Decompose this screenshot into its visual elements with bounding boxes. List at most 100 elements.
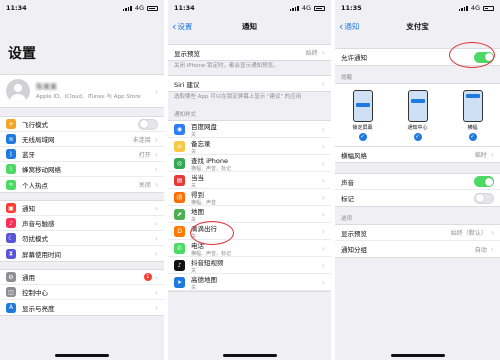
settings-row-notifications[interactable]: ▣ 通知 ›	[0, 201, 164, 216]
update-badge: 1	[143, 273, 152, 281]
app-row[interactable]: ⬈ 地图关 ›	[168, 206, 331, 224]
notes-icon: ≡	[174, 140, 185, 152]
preview-group: 显示预览 始终 ›	[168, 44, 331, 61]
wifi-icon: ≋	[6, 134, 16, 144]
control-center-icon: ◫	[6, 287, 16, 297]
banner-style-group: 横幅风格 临时 ›	[335, 147, 500, 163]
sounds-toggle[interactable]	[474, 176, 494, 187]
app-row[interactable]: 得得到 横幅、声音 ›	[168, 189, 331, 207]
badges-toggle[interactable]	[474, 192, 494, 204]
settings-row-cellular[interactable]: ⌇ 蜂窝移动网络 ›	[0, 162, 164, 177]
app-text: 得到 横幅、声音	[191, 189, 322, 206]
app-notification-summary: 横幅、声音、标记	[191, 165, 232, 172]
app-row[interactable]: ➤ 高德地图关 ›	[168, 274, 331, 292]
chevron-right-icon: ›	[154, 134, 158, 144]
network-type: 4G	[301, 4, 311, 12]
profile-subtitle: Apple ID、iCloud、iTunes 与 App Store	[36, 94, 141, 100]
settings-row-label: 蓝牙	[22, 151, 35, 159]
settings-row-general[interactable]: ⚙ 通用 1 ›	[0, 270, 164, 285]
app-row[interactable]: ▤ 当当关 ›	[168, 172, 331, 190]
general-group: ⚙ 通用 1 › ◫ 控制中心 › A 显示与亮度 ›	[0, 269, 164, 316]
siri-suggestions-row[interactable]: Siri 建议 ›	[168, 76, 331, 91]
connectivity-group: ✈ 飞行模式 ≋ 无线局域网 未连接 › ᛒ 蓝牙 打开 › ⌇ 蜂窝移动网络 › ∞ 个人热点 关闭 ›	[0, 116, 164, 193]
settings-row-sounds[interactable]: ♪ 声音与触感 ›	[0, 216, 164, 231]
back-label: 通知	[344, 21, 360, 31]
general-icon: ⚙	[6, 272, 16, 282]
settings-row-control-center[interactable]: ◫ 控制中心 ›	[0, 285, 164, 300]
avatar	[6, 79, 30, 103]
notification-center-phone-icon	[407, 90, 428, 122]
chevron-right-icon: ›	[154, 164, 158, 174]
sound-badge-group: 声音 标记	[335, 173, 500, 207]
settings-row-label: 显示与亮度	[22, 304, 55, 313]
show-preview-row[interactable]: 显示预览 始终 ›	[168, 45, 331, 60]
app-name: 当当	[191, 173, 204, 182]
show-previews-row[interactable]: 显示预览 始终（默认） ›	[335, 225, 500, 241]
lock-screen-phone-icon	[352, 90, 373, 122]
alipay-notification-screen: 11:35 4G ‹ 通知 支付宝 允许通知 提醒 锁定屏幕 ✓ 通知中心 ✓ 横	[335, 0, 500, 360]
highlight-circle	[190, 221, 234, 245]
nav-title: 通知	[242, 21, 257, 31]
chevron-right-icon: ›	[154, 180, 158, 189]
display-icon: A	[6, 302, 16, 313]
nav-title: 支付宝	[406, 21, 429, 31]
settings-row-label: 个人热点	[22, 181, 48, 190]
app-row[interactable]: ♪ 抖音短视频关 ›	[168, 257, 331, 275]
battery-icon	[147, 5, 158, 11]
airplane-mode-toggle[interactable]	[138, 118, 158, 130]
status-bar: 11:35 4G	[335, 0, 500, 16]
notification-grouping-label: 通知分组	[341, 246, 367, 254]
banners-option[interactable]: 横幅 ✓	[453, 90, 493, 141]
app-text: 高德地图关	[191, 274, 322, 291]
settings-row-do-not-disturb[interactable]: ☾ 勿扰模式 ›	[0, 231, 164, 246]
settings-row-screen-time[interactable]: ⧗ 屏幕使用时间 ›	[0, 246, 164, 261]
chevron-right-icon: ›	[154, 86, 158, 96]
page-title: 设置	[8, 46, 36, 62]
options-header: 选项	[341, 216, 353, 222]
back-button[interactable]: ‹ 通知	[339, 16, 359, 36]
app-row[interactable]: ◎ 查找 iPhone 横幅、声音、标记 ›	[168, 155, 331, 173]
settings-row-label: 控制中心	[22, 289, 48, 297]
back-button[interactable]: ‹ 设置	[172, 16, 192, 36]
chevron-left-icon: ‹	[339, 19, 344, 33]
notification-grouping-row[interactable]: 通知分组 自动 ›	[335, 241, 500, 257]
app-notification-summary: 横幅、声音、标记	[191, 250, 232, 257]
notification-center-option[interactable]: 通知中心 ✓	[398, 90, 438, 141]
settings-row-value: 未连接	[132, 136, 151, 144]
settings-row-display[interactable]: A 显示与亮度 ›	[0, 300, 164, 315]
nav-bar: ‹ 设置 通知	[168, 16, 331, 36]
settings-row-bluetooth[interactable]: ᛒ 蓝牙 打开 ›	[0, 147, 164, 162]
chevron-right-icon: ›	[321, 79, 325, 89]
app-row[interactable]: ✆ 电话 横幅、声音、标记 ›	[168, 240, 331, 258]
settings-row-airplane[interactable]: ✈ 飞行模式	[0, 117, 164, 132]
checkmark-icon: ✓	[358, 133, 367, 141]
app-name: 百度网盘	[191, 122, 217, 131]
banner-style-row[interactable]: 横幅风格 临时 ›	[335, 147, 500, 162]
chevron-right-icon: ›	[321, 175, 325, 185]
maps-icon: ⬈	[174, 208, 185, 220]
app-name: 查找 iPhone	[191, 156, 229, 165]
app-row[interactable]: ◉ 百度网盘关 ›	[168, 121, 331, 139]
app-row[interactable]: ≡ 备忘录关 ›	[168, 138, 331, 156]
app-name: 得到	[191, 190, 204, 199]
find-iphone-icon: ◎	[174, 157, 185, 169]
show-previews-label: 显示预览	[341, 229, 367, 238]
chevron-right-icon: ›	[154, 287, 158, 297]
lock-screen-option[interactable]: 锁定屏幕 ✓	[343, 90, 383, 141]
apple-id-row[interactable]: 陈某某 Apple ID、iCloud、iTunes 与 App Store ›	[0, 74, 164, 108]
banner-style-label: 横幅风格	[341, 151, 367, 160]
app-text: 当当关	[191, 172, 322, 189]
chevron-right-icon: ›	[490, 150, 494, 159]
settings-row-hotspot[interactable]: ∞ 个人热点 关闭 ›	[0, 177, 164, 192]
settings-row-wifi[interactable]: ≋ 无线局域网 未连接 ›	[0, 132, 164, 147]
app-notification-summary: 关	[191, 148, 197, 155]
chevron-right-icon: ›	[321, 158, 325, 168]
do-not-disturb-icon: ☾	[6, 233, 16, 243]
app-notification-summary: 横幅、声音	[191, 199, 217, 206]
nav-bar: ‹ 通知 支付宝	[335, 16, 500, 36]
app-name: 抖音短视频	[191, 258, 224, 267]
chevron-right-icon: ›	[321, 192, 325, 202]
show-preview-label: 显示预览	[174, 49, 200, 58]
sounds-row: 声音	[335, 174, 500, 190]
notifications-icon: ▣	[6, 203, 16, 213]
